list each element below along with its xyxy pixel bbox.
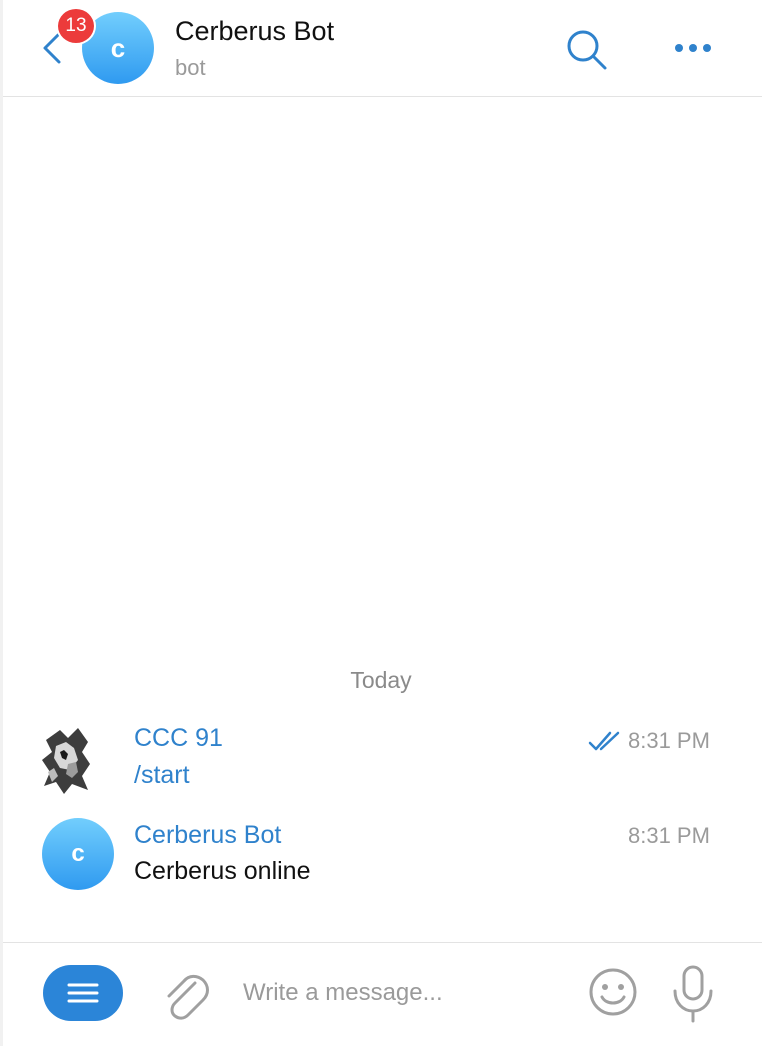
double-check-icon bbox=[588, 731, 620, 751]
window-edge bbox=[0, 0, 3, 1046]
search-button[interactable] bbox=[561, 26, 611, 72]
message-sender[interactable]: Cerberus Bot bbox=[134, 821, 281, 850]
chat-header: c 13 Cerberus Bot bot bbox=[3, 0, 762, 97]
more-options-button[interactable] bbox=[667, 30, 719, 66]
user-photo-icon bbox=[38, 724, 98, 796]
bot-avatar[interactable]: c bbox=[42, 818, 114, 890]
chat-subtitle: bot bbox=[175, 55, 206, 80]
microphone-icon bbox=[673, 965, 713, 1023]
search-icon bbox=[567, 30, 607, 70]
bot-menu-button[interactable] bbox=[43, 965, 123, 1021]
menu-icon bbox=[67, 983, 99, 1003]
message-text: Cerberus online bbox=[134, 857, 311, 885]
chat-title[interactable]: Cerberus Bot bbox=[175, 16, 334, 47]
paperclip-icon bbox=[167, 974, 209, 1020]
attach-button[interactable] bbox=[157, 967, 213, 1023]
user-photo-avatar[interactable] bbox=[38, 724, 98, 796]
voice-record-button[interactable] bbox=[669, 963, 717, 1025]
emoji-button[interactable] bbox=[586, 965, 640, 1019]
message-time: 8:31 PM bbox=[628, 728, 710, 753]
smiley-icon bbox=[589, 968, 637, 1016]
bot-command-link[interactable]: /start bbox=[134, 761, 190, 790]
message-time: 8:31 PM bbox=[628, 823, 710, 848]
unread-count-badge: 13 bbox=[56, 7, 96, 45]
message-input[interactable] bbox=[241, 967, 565, 1019]
avatar-letter: c bbox=[71, 840, 85, 867]
message-composer bbox=[3, 942, 762, 1047]
date-separator: Today bbox=[350, 667, 412, 693]
avatar-letter: c bbox=[110, 32, 126, 63]
more-horizontal-icon bbox=[675, 44, 711, 52]
message-sender[interactable]: CCC 91 bbox=[134, 724, 223, 753]
